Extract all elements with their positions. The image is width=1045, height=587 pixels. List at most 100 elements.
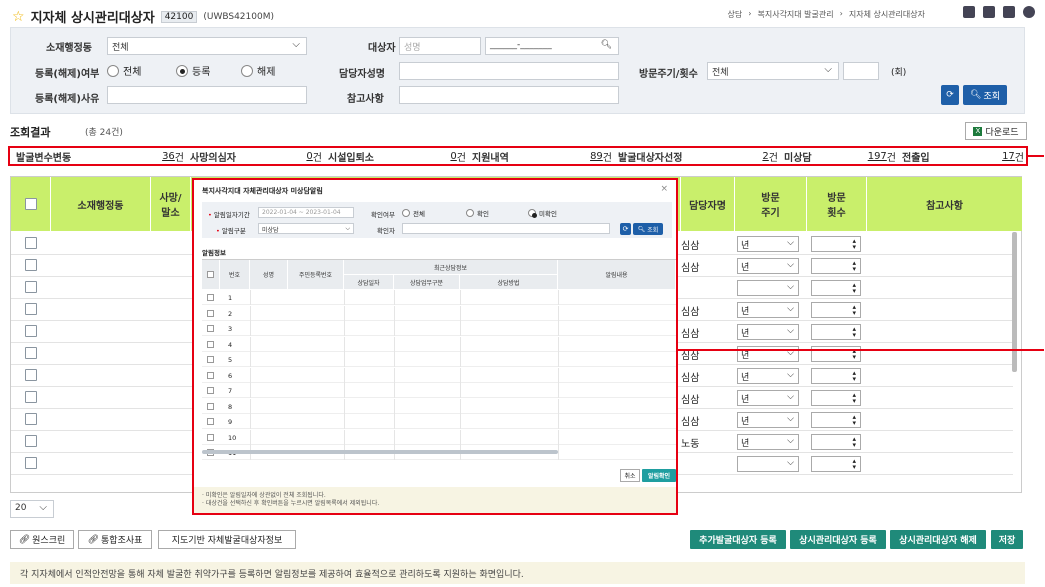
row-checkbox[interactable] — [25, 325, 37, 337]
radio-confirmed[interactable]: 확인 — [466, 208, 489, 218]
register-manage-button[interactable]: 상시관리대상자 등록 — [790, 530, 886, 549]
region-select[interactable]: 전체 — [107, 37, 307, 55]
bookmark-icon[interactable] — [983, 6, 995, 18]
row-checkbox[interactable] — [25, 369, 37, 381]
row-checkbox[interactable] — [25, 347, 37, 359]
stat-support[interactable]: 지원내역 89 건 — [466, 149, 612, 164]
select-all-checkbox[interactable] — [24, 198, 37, 210]
alert-row-checkbox[interactable] — [207, 418, 214, 425]
print-icon[interactable] — [963, 6, 975, 18]
times-stepper[interactable]: ▴ ▾ — [811, 412, 861, 428]
visit-count-input[interactable] — [843, 62, 879, 80]
checker-input[interactable] — [402, 223, 610, 234]
alert-row-checkbox[interactable] — [207, 309, 214, 317]
close-icon[interactable]: × — [660, 184, 668, 194]
times-stepper[interactable]: ▴ ▾ — [811, 368, 861, 384]
col-times[interactable]: 방문 횟수 — [807, 177, 867, 231]
reason-input[interactable] — [107, 86, 307, 104]
cycle-select[interactable]: 년 ⌵ — [737, 412, 799, 428]
help-icon[interactable] — [1023, 6, 1035, 18]
note-input[interactable] — [399, 86, 619, 104]
map-based-button[interactable]: 지도기반 자체발굴대상자정보 — [158, 530, 296, 549]
alert-row-checkbox[interactable] — [207, 294, 214, 301]
alert-row-checkbox[interactable] — [207, 356, 214, 363]
grid-scrollbar[interactable] — [1012, 232, 1017, 372]
alert-row[interactable]: 8 — [202, 398, 676, 414]
row-checkbox[interactable] — [25, 435, 37, 447]
alert-row[interactable]: 4 — [202, 336, 676, 352]
reset-button[interactable]: ⟳ — [941, 85, 959, 105]
target-name-input[interactable]: 성명 — [399, 37, 481, 55]
window-icon[interactable] — [1003, 6, 1015, 18]
alert-row[interactable]: 7 — [202, 383, 676, 398]
col-manager[interactable]: 담당자명 — [681, 177, 735, 231]
rrn-input[interactable]: ______-_______ 🔍︎ — [485, 37, 619, 55]
times-stepper[interactable]: ▴ ▾ — [811, 258, 861, 274]
cycle-select[interactable]: 년 ⌵ — [737, 258, 799, 274]
stat-variable-change[interactable]: 발굴변수변동 36 건 — [10, 149, 184, 164]
integrated-survey-button[interactable]: 🔗︎ 통합조사표 — [78, 530, 152, 549]
visit-cycle-select[interactable]: 전체 — [707, 62, 839, 80]
manager-input[interactable] — [399, 62, 619, 80]
cycle-select[interactable]: 년 ⌵ — [737, 434, 799, 450]
alert-row[interactable]: 1 — [202, 290, 676, 305]
alert-row-checkbox[interactable] — [207, 371, 214, 379]
col-cycle[interactable]: 방문 주기 — [735, 177, 807, 231]
radio-unconfirmed[interactable]: 미확인 — [528, 208, 557, 218]
stat-selection[interactable]: 발굴대상자선정 2 건 — [612, 149, 778, 164]
cycle-select[interactable]: 년 ⌵ — [737, 236, 799, 252]
alert-select-all[interactable] — [207, 271, 214, 278]
col-note[interactable]: 참고사항 — [867, 177, 1023, 231]
times-stepper[interactable]: ▴ ▾ — [811, 434, 861, 450]
stat-facility[interactable]: 시설입퇴소 0 건 — [322, 149, 466, 164]
stat-death-suspect[interactable]: 사망의심자 0 건 — [184, 149, 322, 164]
alert-row[interactable]: 10 — [202, 429, 676, 445]
unregister-manage-button[interactable]: 상시관리대상자 해제 — [890, 530, 986, 549]
save-button[interactable]: 저장 — [991, 530, 1023, 549]
star-icon[interactable]: ☆ — [12, 9, 25, 25]
alert-row-checkbox[interactable] — [207, 340, 214, 348]
alert-hscrollbar[interactable] — [202, 450, 558, 454]
period-input[interactable]: 2022-01-04 ~ 2023-01-04 — [258, 207, 354, 218]
stat-move[interactable]: 전출입 17 건 — [896, 149, 1024, 164]
page-size-select[interactable]: 20 — [10, 500, 54, 518]
times-stepper[interactable]: ▴ ▾ — [811, 280, 861, 296]
one-screen-button[interactable]: 🔗︎ 원스크린 — [10, 530, 74, 549]
row-checkbox[interactable] — [25, 457, 37, 469]
row-checkbox[interactable] — [25, 391, 37, 403]
download-button[interactable]: X 다운로드 — [965, 122, 1027, 140]
alert-row[interactable]: 5 — [202, 352, 676, 367]
cycle-select[interactable]: ⌵ — [737, 280, 799, 296]
times-stepper[interactable]: ▴ ▾ — [811, 324, 861, 340]
times-stepper[interactable]: ▴ ▾ — [811, 236, 861, 252]
alert-confirm-button[interactable]: 알림확인 — [642, 469, 676, 482]
search-icon[interactable]: 🔍︎ — [601, 40, 612, 50]
times-stepper[interactable]: ▴ ▾ — [811, 390, 861, 406]
radio-all[interactable]: 전체 — [107, 63, 141, 78]
radio-confirm-all[interactable]: 전체 — [402, 208, 425, 218]
row-checkbox[interactable] — [25, 413, 37, 425]
cycle-select[interactable]: 년 ⌵ — [737, 368, 799, 384]
alert-row[interactable]: 2 — [202, 305, 676, 321]
modal-cancel-button[interactable]: 취소 — [620, 469, 640, 482]
row-checkbox[interactable] — [25, 281, 37, 293]
col-region[interactable]: 소재행정동 — [51, 177, 151, 231]
col-death[interactable]: 사망/ 말소 — [151, 177, 191, 231]
crumb-blindspot[interactable]: 복지사각지대 발굴관리 — [757, 9, 833, 20]
stat-no-consult[interactable]: 미상담 197 건 — [778, 149, 896, 164]
radio-unregistered[interactable]: 해제 — [241, 63, 275, 78]
times-stepper[interactable]: ▴ ▾ — [811, 456, 861, 472]
alert-row[interactable]: 6 — [202, 367, 676, 383]
row-checkbox[interactable] — [25, 303, 37, 315]
crumb-consult[interactable]: 상담 — [728, 9, 743, 20]
row-checkbox[interactable] — [25, 237, 37, 249]
cycle-select[interactable]: 년 ⌵ — [737, 390, 799, 406]
cycle-select[interactable]: ⌵ — [737, 456, 799, 472]
modal-reset-button[interactable]: ⟳ — [620, 223, 631, 235]
radio-registered[interactable]: 등록 — [176, 63, 210, 78]
add-target-button[interactable]: 추가발굴대상자 등록 — [690, 530, 786, 549]
times-stepper[interactable]: ▴ ▾ — [811, 302, 861, 318]
alert-row-checkbox[interactable] — [207, 387, 214, 394]
type-select[interactable]: 미상담 ⌵ — [258, 223, 354, 234]
cycle-select[interactable]: 년 ⌵ — [737, 302, 799, 318]
